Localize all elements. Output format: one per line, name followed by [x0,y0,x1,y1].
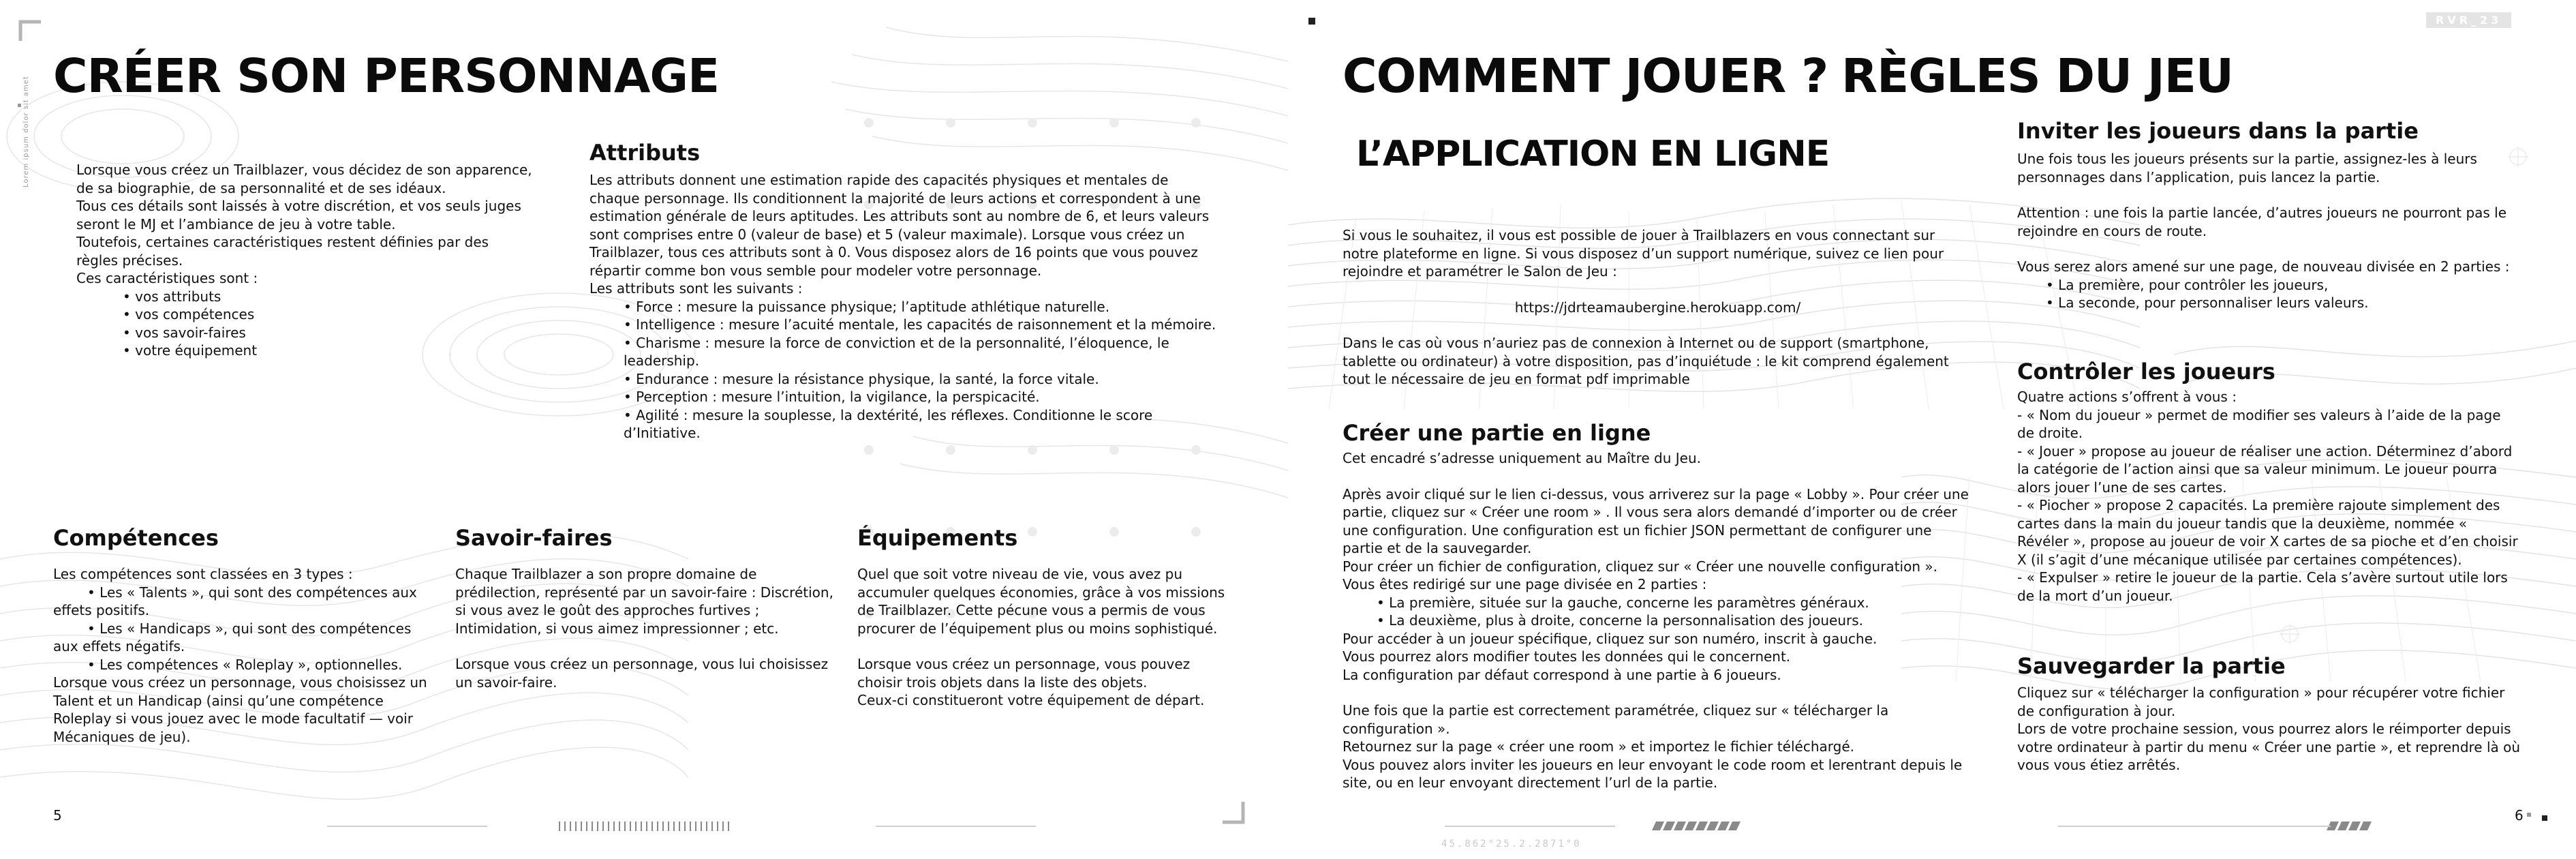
paragraph: Chaque Trailblazer a son propre domaine … [455,566,833,637]
paragraph: Lorsque vous créez un personnage, vous p… [857,656,1191,691]
section-heading: Inviter les joueurs dans la partie [2017,118,2419,144]
left-page: Lorem ipsum dolor sit amet CRÉER SON PER… [0,0,1288,859]
app-link[interactable]: https://jdrteamaubergine.herokuapp.com/ [1343,299,1973,317]
paragraph: Vous pouvez alors inviter les joueurs en… [1343,756,1963,792]
list-item: • Endurance : mesure la résistance physi… [624,370,1099,387]
paragraph: Quel que soit votre niveau de vie, vous … [857,566,1225,637]
page-subtitle: L’APPLICATION EN LIGNE [1356,134,1830,175]
section-heading: Équipements [857,525,1018,551]
list-item: • Les « Talents », qui sont des compéten… [53,584,417,619]
list-item: • Agilité : mesure la souplesse, la dext… [624,406,1153,442]
paragraph: Pour créer un fichier de configuration, … [1343,558,1937,575]
section-heading: Créer une partie en ligne [1343,420,1651,446]
paragraph: Retournez sur la page « créer une room »… [1343,738,1854,755]
section-inviter-joueurs: Inviter les joueurs dans la partie Une f… [2017,119,2521,312]
paragraph: Une fois que la partie est correctement … [1343,702,1889,737]
list-item: • Perception : mesure l’intuition, la vi… [624,389,1040,406]
page-number: 6 [2515,807,2524,824]
corner-bracket-bottom-right [1223,802,1245,824]
paragraph: Les attributs donnent une estimation rap… [589,172,1210,279]
list-item: • La première, située sur la gauche, con… [1377,594,1869,611]
list-item: • La seconde, pour personnaliser leurs v… [2046,295,2369,312]
section-heading: Attributs [589,140,701,166]
intro-text: Si vous le souhaitez, il vous est possib… [1343,226,1973,389]
paragraph: Quatre actions s’offrent à vous : [2017,389,2237,406]
list-item: • Les compétences « Roleplay », optionne… [87,656,403,673]
list-item: • vos compétences [123,306,255,322]
section-heading: Contrôler les joueurs [2017,359,2275,385]
intro-paragraph: Ces caractéristiques sont : [76,270,258,286]
list-item: • vos savoir-faires [123,324,246,341]
paragraph: - « Piocher » propose 2 capacités. La pr… [2017,497,2518,568]
page-title: CRÉER SON PERSONNAGE [53,49,720,104]
paragraph: Une fois tous les joueurs présents sur l… [2017,151,2477,185]
page-title-secondary: RÈGLES DU JEU [1841,49,2234,104]
section-sauvegarder-partie: Sauvegarder la partie Cliquez sur « télé… [2017,654,2521,774]
list-item: • Force : mesure la puissance physique; … [624,298,1110,315]
side-tag: Lorem ipsum dolor sit amet [22,76,30,187]
paragraph: Vous êtes redirigé sur une page divisée … [1343,576,1707,593]
paragraph: Vous pourrez alors modifier toutes les d… [1343,648,1791,665]
paragraph: Les compétences sont classées en 3 types… [53,566,353,583]
corner-tag: RVR_23 [2426,12,2512,28]
intro-paragraph: Toutefois, certaines caractéristiques re… [76,234,489,269]
intro-text: Lorsque vous créez un Trailblazer, vous … [76,161,533,360]
section-equipements: Équipements Quel que soit votre niveau d… [857,526,1236,710]
paragraph: Les attributs sont les suivants : [589,280,803,297]
paragraph: Pour accéder à un joueur spécifique, cli… [1343,630,1877,647]
list-item: • vos attributs [123,288,221,305]
list-item: • La première, pour contrôler les joueur… [2046,276,2329,293]
section-creer-partie: Créer une partie en ligne Cet encadré s’… [1343,421,1973,792]
paragraph: Lorsque vous créez un personnage, vous l… [455,656,829,691]
paragraph: - « Expulser » retire le joueur de la pa… [2017,569,2508,604]
intro-paragraph: Tous ces détails sont laissés à votre di… [76,198,521,232]
right-page: RVR_23 COMMENT JOUER ? RÈGLES DU JEU L’A… [1288,0,2576,859]
paragraph: Lors de votre prochaine session, vous po… [2017,721,2521,774]
page-number: 5 [53,807,62,824]
list-item: • Les « Handicaps », qui sont des compét… [53,620,412,655]
corner-bracket-top-left [18,20,41,41]
paragraph: - « Nom du joueur » permet de modifier s… [2017,406,2501,442]
paragraph: Cliquez sur « télécharger la configurati… [2017,684,2505,719]
list-item: • votre équipement [123,342,258,359]
paragraph: Cet encadré s’adresse uniquement au Maît… [1343,450,1702,467]
page-title: COMMENT JOUER ? [1343,49,1828,104]
section-heading: Sauvegarder la partie [2017,653,2286,679]
intro-paragraph: Lorsque vous créez un Trailblazer, vous … [76,162,532,196]
list-item: • Charisme : mesure la force de convicti… [624,334,1169,370]
paragraph: Attention : une fois la partie lancée, d… [2017,205,2507,239]
section-attributs: Attributs Les attributs donnent une esti… [589,140,1220,442]
paragraph: Si vous le souhaitez, il vous est possib… [1343,227,1944,280]
paragraph: Après avoir cliqué sur le lien ci-dessus… [1343,485,1969,557]
paragraph: La configuration par défaut correspond à… [1343,666,1781,683]
paragraph: Dans le cas où vous n’auriez pas de conn… [1343,335,1949,387]
coordinates-code: 45.862°25.2.2871°0 [1441,839,1582,849]
section-savoir-faires: Savoir-faires Chaque Trailblazer a son p… [455,526,833,691]
paragraph: Ceux-ci constitueront votre équipement d… [857,692,1205,709]
paragraph: - « Jouer » propose au joueur de réalise… [2017,442,2513,496]
section-controler-joueurs: Contrôler les joueurs Quatre actions s’o… [2017,359,2521,605]
paragraph: Lorsque vous créez un personnage, vous c… [53,674,427,745]
list-item: • La deuxième, plus à droite, concerne l… [1377,612,1863,629]
section-heading: Compétences [53,525,219,551]
section-heading: Savoir-faires [455,525,613,551]
section-competences: Compétences Les compétences sont classée… [53,526,431,746]
list-item: • Intelligence : mesure l’acuité mentale… [624,316,1216,333]
paragraph: Vous serez alors amené sur une page, de … [2017,258,2510,275]
